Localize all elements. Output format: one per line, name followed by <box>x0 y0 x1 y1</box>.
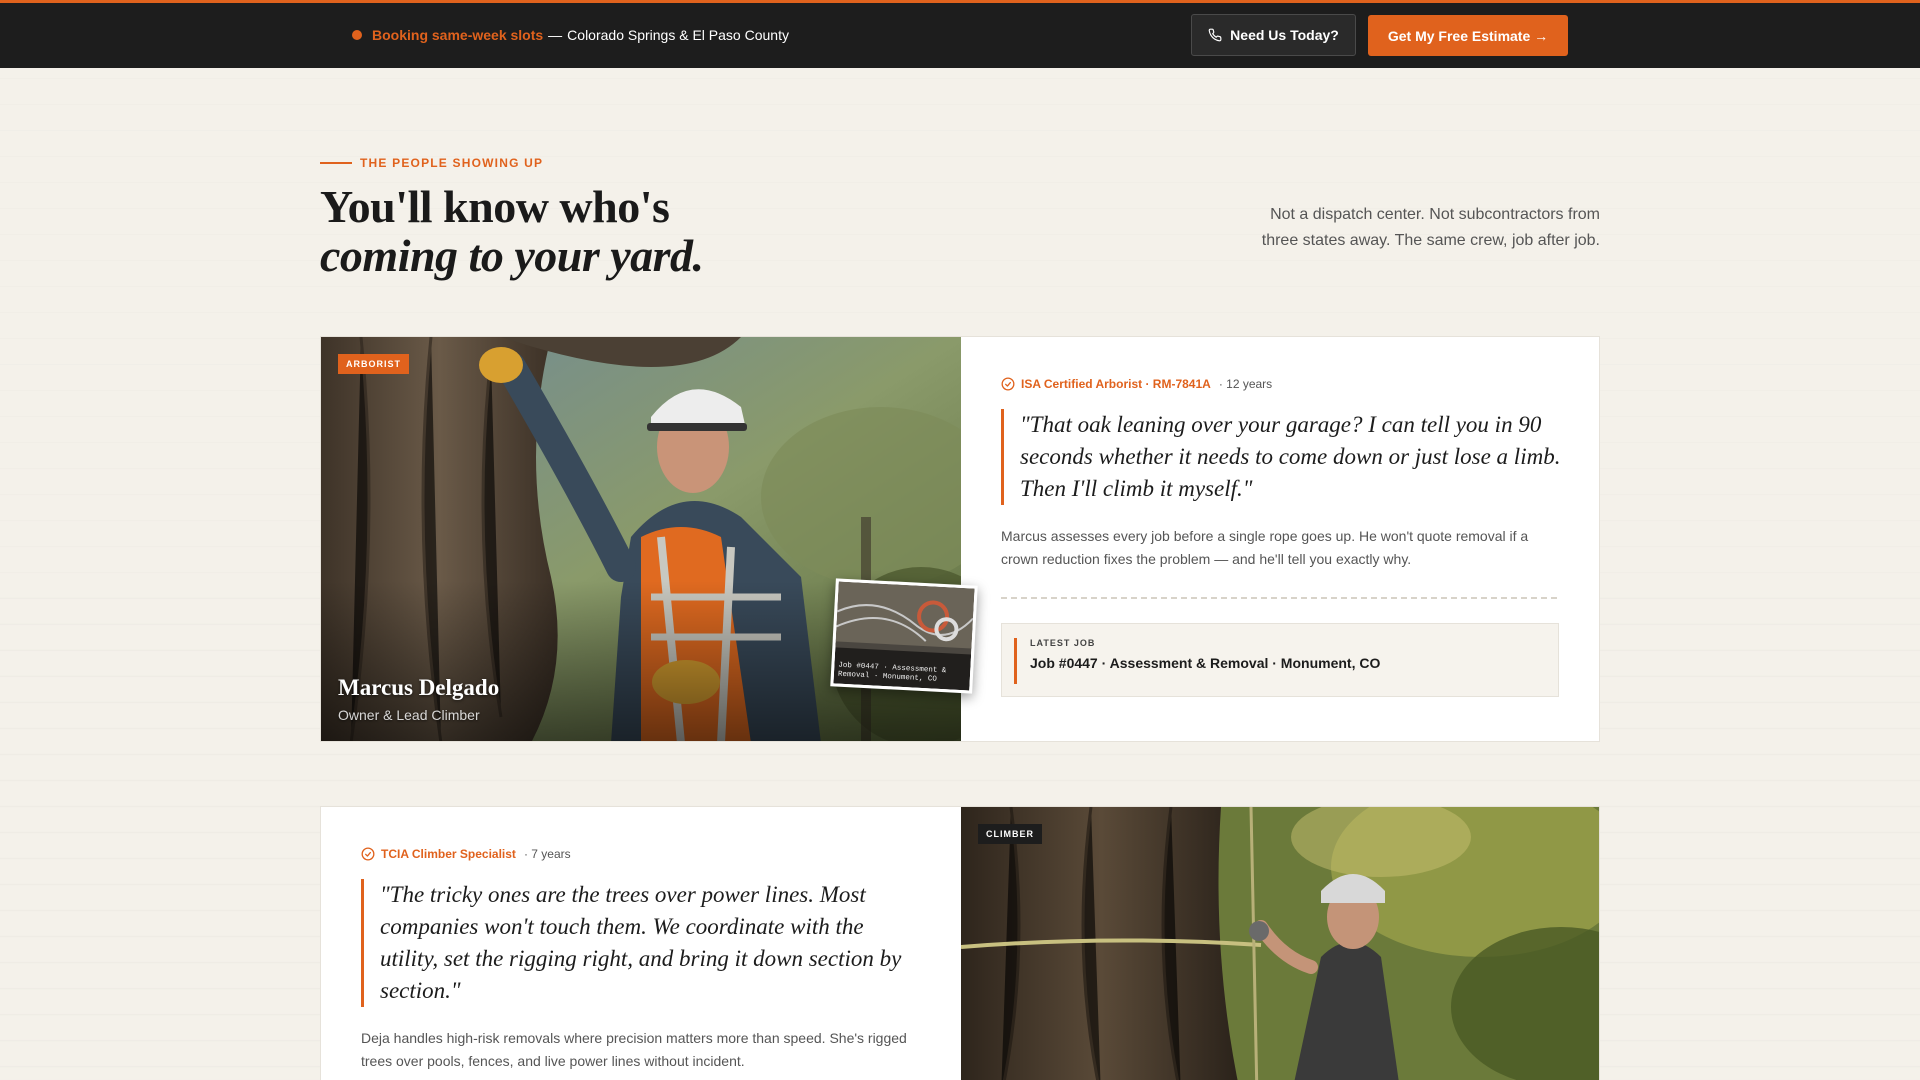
latest-job-label: LATEST JOB <box>1030 638 1096 648</box>
section-eyebrow: THE PEOPLE SHOWING UP <box>320 156 543 170</box>
booking-status: Booking same-week slots — Colorado Sprin… <box>352 27 789 43</box>
job-snapshot-image: Job #0447 · Assessment & Removal · Monum… <box>833 581 975 691</box>
free-estimate-button[interactable]: Get My Free Estimate → <box>1368 15 1568 56</box>
crew-photo-deja: CLIMBER <box>961 807 1599 1080</box>
crew-credential-marcus: ISA Certified Arborist · RM-7841A · 12 y… <box>1001 377 1561 391</box>
eyebrow-label: THE PEOPLE SHOWING UP <box>360 156 544 170</box>
role-badge-climber: CLIMBER <box>978 824 1042 844</box>
crew-role-marcus: Owner & Lead Climber <box>338 707 480 723</box>
crew-description-marcus: Marcus assesses every job before a singl… <box>1001 528 1529 567</box>
role-badge-arborist: ARBORIST <box>338 354 409 374</box>
section-headline: You'll know who's coming to your yard. <box>320 182 704 280</box>
climber-photo <box>961 807 1599 1080</box>
status-highlight: Booking same-week slots <box>372 27 544 43</box>
need-us-today-button[interactable]: Need Us Today? <box>1191 14 1356 56</box>
status-dot-icon <box>352 30 362 40</box>
latest-job-panel: LATEST JOB Job #0447 · Assessment & Remo… <box>1001 623 1559 697</box>
crew-details-marcus: ISA Certified Arborist · RM-7841A · 12 y… <box>961 337 1599 741</box>
need-us-today-label: Need Us Today? <box>1230 27 1339 43</box>
crew-card-marcus: ARBORIST Marcus Delgado Owner & Lead Cli… <box>320 336 1600 742</box>
certification-label: TCIA Climber Specialist <box>381 847 516 861</box>
crew-card-deja: TCIA Climber Specialist · 7 years "The t… <box>320 806 1600 1080</box>
job-snapshot-photo[interactable]: Job #0447 · Assessment & Removal · Monum… <box>830 578 978 694</box>
free-estimate-label: Get My Free Estimate → <box>1387 27 1549 44</box>
eyebrow-rule <box>320 162 352 164</box>
latest-job-accent-bar <box>1014 638 1017 684</box>
status-separator: — <box>548 27 563 43</box>
crew-details-deja: TCIA Climber Specialist · 7 years "The t… <box>321 807 961 1080</box>
certification-label: ISA Certified Arborist · RM-7841A <box>1021 377 1211 391</box>
latest-job-title: Job #0447 · Assessment & Removal · Monum… <box>1030 655 1381 671</box>
headline-line-1: You'll know who's <box>320 181 670 232</box>
top-bar: Booking same-week slots — Colorado Sprin… <box>0 0 1920 68</box>
crew-name-marcus: Marcus Delgado <box>338 675 500 700</box>
crew-quote-deja: "The tricky ones are the trees over powe… <box>361 879 921 1007</box>
experience-years: · 12 years <box>1218 377 1273 391</box>
status-location: Colorado Springs & El Paso County <box>567 27 789 43</box>
headline-line-2: coming to your yard. <box>320 230 704 281</box>
check-circle-icon <box>1001 377 1015 391</box>
section-intro: Not a dispatch center. Not subcontractor… <box>1261 206 1600 249</box>
crew-description-deja: Deja handles high-risk removals where pr… <box>361 1030 907 1069</box>
experience-years: · 7 years <box>523 847 571 861</box>
check-circle-icon <box>361 847 375 861</box>
dashed-divider <box>1001 597 1557 599</box>
phone-icon <box>1208 28 1222 42</box>
crew-credential-deja: TCIA Climber Specialist · 7 years <box>361 847 921 861</box>
crew-quote-marcus: "That oak leaning over your garage? I ca… <box>1001 409 1561 505</box>
